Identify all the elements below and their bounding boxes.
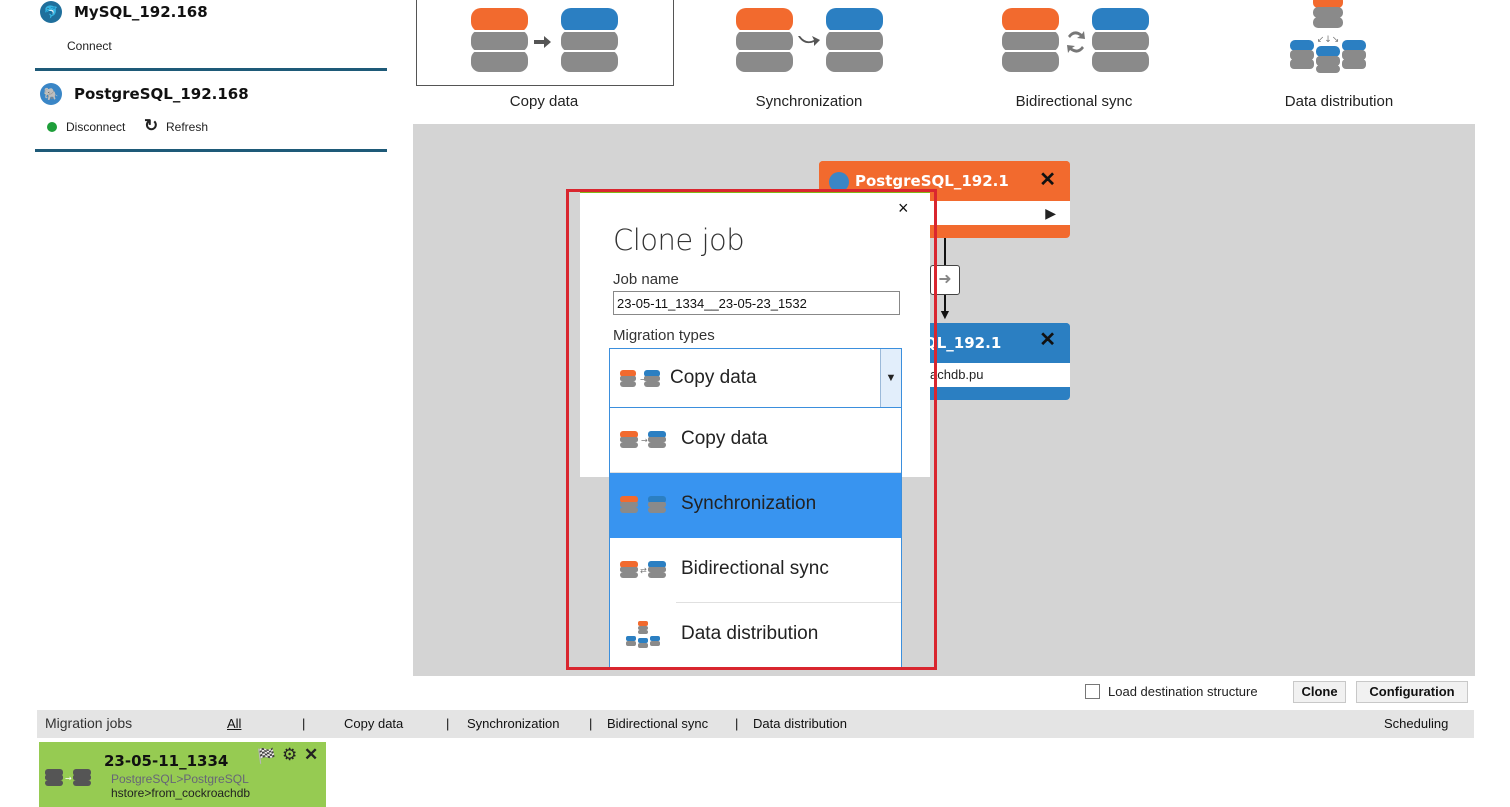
filter-copy-data[interactable]: Copy data	[344, 716, 403, 731]
data-distribution-icon: ↙↓↘	[1290, 0, 1366, 73]
play-arrow-icon[interactable]: ▶	[1045, 201, 1056, 225]
load-structure-label: Load destination structure	[1108, 684, 1258, 699]
connection-divider	[35, 149, 387, 152]
job-name: 23-05-11_1334	[104, 752, 229, 770]
checkered-flag-icon[interactable]: 🏁	[257, 747, 276, 765]
tile-label-copy-data[interactable]: Copy data	[414, 93, 674, 110]
svg-text:↙↓↘: ↙↓↘	[1317, 35, 1340, 45]
filter-bidirectional-sync[interactable]: Bidirectional sync	[607, 716, 708, 731]
svg-text:→: →	[65, 774, 72, 783]
connection-name-postgresql[interactable]: PostgreSQL_192.168	[74, 85, 249, 103]
copy-data-icon	[471, 8, 618, 72]
close-icon[interactable]: ✕	[304, 745, 318, 765]
filter-separator: |	[302, 716, 306, 731]
close-icon[interactable]: ✕	[1039, 167, 1056, 192]
job-route: PostgreSQL>PostgreSQL	[111, 772, 249, 786]
scheduling-link[interactable]: Scheduling	[1384, 716, 1448, 731]
refresh-icon[interactable]: ↻	[144, 116, 158, 136]
arrow-down-icon: ▼	[938, 306, 952, 322]
filter-separator: |	[589, 716, 593, 731]
copy-data-icon: →	[45, 769, 91, 786]
postgresql-logo-icon: 🐘	[40, 83, 62, 105]
configuration-button[interactable]: Configuration	[1356, 681, 1468, 703]
migration-jobs-bar: Migration jobs All | Copy data | Synchro…	[37, 710, 1474, 738]
connection-divider	[35, 68, 387, 71]
refresh-link[interactable]: Refresh	[166, 120, 208, 134]
status-dot-icon	[47, 122, 57, 132]
filter-all[interactable]: All	[227, 716, 241, 731]
close-icon[interactable]: ✕	[1039, 327, 1056, 352]
synchronization-icon	[736, 8, 883, 72]
gear-icon[interactable]: ⚙	[282, 745, 297, 765]
job-card[interactable]: → 23-05-11_1334 PostgreSQL>PostgreSQL hs…	[39, 742, 326, 807]
tile-label-synchronization[interactable]: Synchronization	[679, 93, 939, 110]
connect-link[interactable]: Connect	[67, 39, 112, 53]
filter-separator: |	[735, 716, 739, 731]
load-structure-checkbox[interactable]	[1085, 684, 1100, 699]
filter-data-distribution[interactable]: Data distribution	[753, 716, 847, 731]
clone-button[interactable]: Clone	[1293, 681, 1346, 703]
migration-jobs-title: Migration jobs	[45, 715, 133, 731]
filter-separator: |	[446, 716, 450, 731]
disconnect-link[interactable]: Disconnect	[66, 120, 125, 134]
bidirectional-sync-icon	[1002, 8, 1149, 72]
mysql-logo-icon: 🐬	[40, 1, 62, 23]
filter-synchronization[interactable]: Synchronization	[467, 716, 560, 731]
highlight-box	[566, 189, 937, 670]
tile-label-data-distribution[interactable]: Data distribution	[1209, 93, 1469, 110]
connection-name-mysql[interactable]: MySQL_192.168	[74, 3, 208, 21]
tile-label-bidirectional-sync[interactable]: Bidirectional sync	[944, 93, 1204, 110]
source-node-title: PostgreSQL_192.1	[855, 172, 1009, 190]
job-path: hstore>from_cockroachdb	[111, 786, 251, 800]
